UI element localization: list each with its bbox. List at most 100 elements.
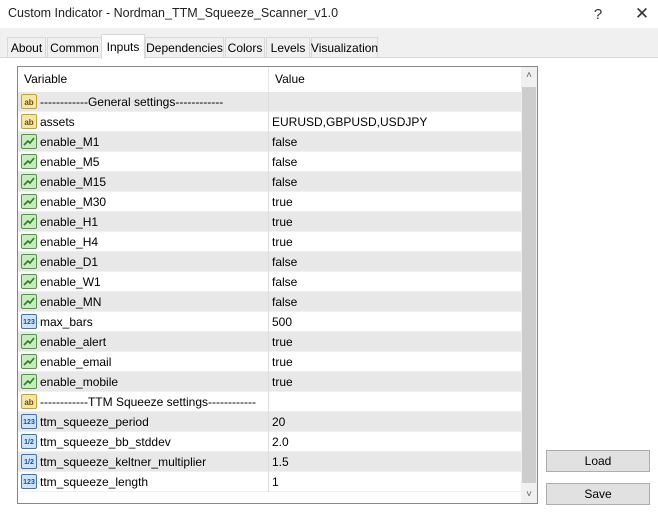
column-header-value[interactable]: Value	[269, 67, 521, 92]
bool-icon	[21, 214, 37, 229]
value-cell[interactable]: true	[269, 212, 521, 232]
variable-name: enable_email	[40, 355, 112, 369]
value-cell[interactable]: 2.0	[269, 432, 521, 452]
variable-cell: enable_M1	[18, 132, 269, 152]
scroll-thumb[interactable]	[522, 87, 536, 483]
value-cell[interactable]: true	[269, 232, 521, 252]
table-row[interactable]: enable_M30 true	[18, 192, 521, 212]
variable-name: enable_alert	[40, 335, 107, 349]
double-icon: 1/2	[21, 434, 37, 449]
scroll-down-icon[interactable]: ˅	[521, 486, 537, 503]
value-cell[interactable]: true	[269, 192, 521, 212]
table-row[interactable]: enable_alert true	[18, 332, 521, 352]
table-row[interactable]: enable_M1 false	[18, 132, 521, 152]
value-cell[interactable]	[269, 392, 521, 412]
string-icon: ab	[21, 394, 37, 409]
variable-cell: enable_M30	[18, 192, 269, 212]
variable-name: enable_M1	[40, 135, 100, 149]
help-button[interactable]: ?	[576, 0, 620, 28]
variable-name: enable_H1	[40, 215, 99, 229]
bool-icon	[21, 194, 37, 209]
value-cell[interactable]: 500	[269, 312, 521, 332]
int-icon: 123	[21, 314, 37, 329]
value-cell[interactable]: 1	[269, 472, 521, 492]
table-row[interactable]: enable_H4 true	[18, 232, 521, 252]
scroll-up-icon[interactable]: ˄	[521, 67, 537, 84]
int-icon: 123	[21, 474, 37, 489]
table-row[interactable]: enable_D1 false	[18, 252, 521, 272]
table-row[interactable]: 123 max_bars 500	[18, 312, 521, 332]
value-cell[interactable]: false	[269, 152, 521, 172]
bool-icon	[21, 174, 37, 189]
table-row[interactable]: enable_email true	[18, 352, 521, 372]
table-row[interactable]: enable_W1 false	[18, 272, 521, 292]
variable-cell: enable_M5	[18, 152, 269, 172]
column-header-variable[interactable]: Variable	[18, 67, 269, 92]
variable-cell: 1/2 ttm_squeeze_keltner_multiplier	[18, 452, 269, 472]
value-cell[interactable]: false	[269, 132, 521, 152]
table-row[interactable]: ab ------------General settings----------…	[18, 92, 521, 112]
value-cell[interactable]: false	[269, 172, 521, 192]
close-button[interactable]: ✕	[620, 0, 658, 28]
table-row[interactable]: 1/2 ttm_squeeze_keltner_multiplier 1.5	[18, 452, 521, 472]
load-button[interactable]: Load	[546, 450, 650, 472]
vertical-scrollbar[interactable]: ˄ ˅	[521, 67, 537, 503]
variable-name: enable_H4	[40, 235, 99, 249]
value-cell[interactable]: 20	[269, 412, 521, 432]
double-icon: 1/2	[21, 454, 37, 469]
variable-cell: ab assets	[18, 112, 269, 132]
variable-cell: enable_alert	[18, 332, 269, 352]
variable-name: enable_MN	[40, 295, 102, 309]
table-row[interactable]: enable_M15 false	[18, 172, 521, 192]
variable-cell: 123 ttm_squeeze_period	[18, 412, 269, 432]
value-cell[interactable]	[269, 92, 521, 112]
tab-levels[interactable]: Levels	[266, 37, 310, 57]
table-row[interactable]: ab ------------TTM Squeeze settings------…	[18, 392, 521, 412]
variable-name: enable_M15	[40, 175, 107, 189]
table-row[interactable]: enable_MN false	[18, 292, 521, 312]
value-cell[interactable]: true	[269, 332, 521, 352]
tab-dependencies[interactable]: Dependencies	[145, 37, 224, 57]
variable-name: max_bars	[40, 315, 93, 329]
variable-name: ttm_squeeze_bb_stddev	[40, 435, 171, 449]
value-cell[interactable]: 1.5	[269, 452, 521, 472]
table-row[interactable]: enable_mobile true	[18, 372, 521, 392]
bool-icon	[21, 274, 37, 289]
tab-common[interactable]: Common	[47, 37, 102, 57]
window-title: Custom Indicator - Nordman_TTM_Squeeze_S…	[8, 6, 339, 20]
bool-icon	[21, 354, 37, 369]
tab-about[interactable]: About	[7, 37, 46, 57]
table-row[interactable]: enable_H1 true	[18, 212, 521, 232]
variable-cell: enable_W1	[18, 272, 269, 292]
bool-icon	[21, 134, 37, 149]
help-icon: ?	[593, 5, 603, 23]
variable-name: enable_mobile	[40, 375, 119, 389]
variable-name: ttm_squeeze_period	[40, 415, 149, 429]
table-row[interactable]: enable_M5 false	[18, 152, 521, 172]
variable-cell: enable_MN	[18, 292, 269, 312]
table-row[interactable]: 1/2 ttm_squeeze_bb_stddev 2.0	[18, 432, 521, 452]
value-cell[interactable]: false	[269, 292, 521, 312]
variable-cell: 1/2 ttm_squeeze_bb_stddev	[18, 432, 269, 452]
value-cell[interactable]: false	[269, 252, 521, 272]
table-row[interactable]: ab assets EURUSD,GBPUSD,USDJPY	[18, 112, 521, 132]
tab-strip: About Common Inputs Dependencies Colors …	[0, 28, 658, 59]
variable-cell: enable_mobile	[18, 372, 269, 392]
save-button[interactable]: Save	[546, 483, 650, 505]
variable-name: enable_M30	[40, 195, 107, 209]
table-row[interactable]: 123 ttm_squeeze_length 1	[18, 472, 521, 492]
value-cell[interactable]: true	[269, 372, 521, 392]
table-row[interactable]: 123 ttm_squeeze_period 20	[18, 412, 521, 432]
value-cell[interactable]: true	[269, 352, 521, 372]
bool-icon	[21, 374, 37, 389]
grid-header: Variable Value	[18, 67, 521, 93]
tab-visualization[interactable]: Visualization	[311, 37, 378, 57]
value-cell[interactable]: EURUSD,GBPUSD,USDJPY	[269, 112, 521, 132]
tab-colors[interactable]: Colors	[225, 37, 265, 57]
variable-cell: enable_H1	[18, 212, 269, 232]
grid-rows: ab ------------General settings----------…	[18, 92, 521, 492]
value-cell[interactable]: false	[269, 272, 521, 292]
variable-name: ttm_squeeze_keltner_multiplier	[40, 455, 207, 469]
tab-inputs[interactable]: Inputs	[101, 34, 145, 59]
variable-name: assets	[40, 115, 75, 129]
